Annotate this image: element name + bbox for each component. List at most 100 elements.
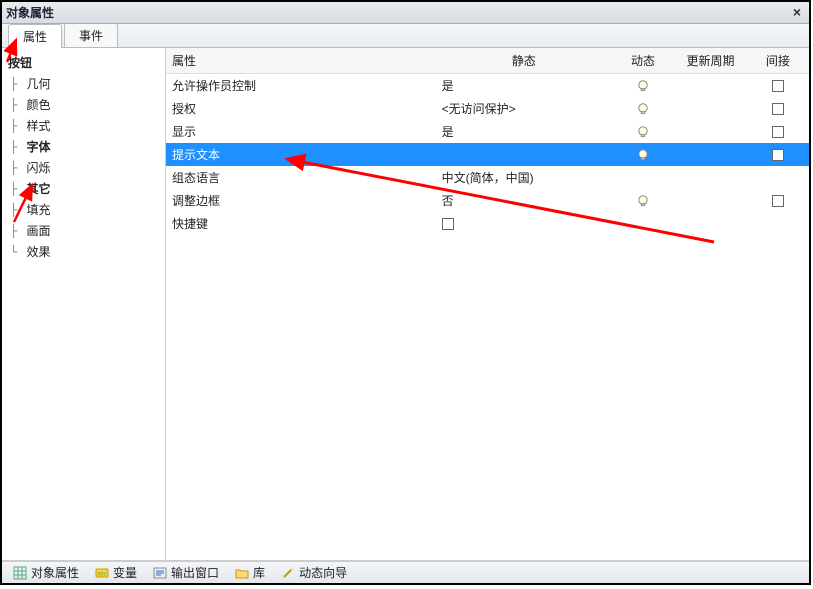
status-item[interactable]: abc变量 (88, 564, 144, 582)
cell-property: 显示 (166, 120, 436, 143)
checkbox[interactable] (772, 195, 784, 207)
tree-item[interactable]: ├ 其它 (10, 178, 163, 199)
status-item-label: 输出窗口 (171, 564, 219, 581)
cell-indirect[interactable] (747, 120, 809, 143)
cell-indirect[interactable] (747, 97, 809, 120)
checkbox[interactable] (442, 218, 454, 230)
tree-item-label: 效果 (26, 243, 50, 260)
cell-indirect[interactable] (747, 212, 809, 235)
tree-connector: ├ (10, 182, 24, 196)
cell-property: 快捷键 (166, 212, 436, 235)
cell-indirect[interactable] (747, 166, 809, 189)
table-row[interactable]: 调整边框否 (166, 189, 809, 212)
tree-item[interactable]: ├ 填充 (10, 199, 163, 220)
cell-dynamic[interactable] (612, 143, 674, 166)
statusbar: 对象属性 abc变量 输出窗口 库 动态向导 (2, 561, 809, 583)
table-row[interactable]: 提示文本 (166, 143, 809, 166)
status-item-label: 库 (253, 564, 265, 581)
tree-item[interactable]: ├ 几何 (10, 73, 163, 94)
cell-refresh[interactable] (674, 189, 747, 212)
cell-static[interactable] (436, 212, 612, 235)
tree-connector: ├ (10, 98, 24, 112)
col-static[interactable]: 静态 (436, 48, 612, 74)
lightbulb-icon[interactable] (636, 194, 650, 208)
tree-connector: ├ (10, 161, 24, 175)
tree-connector: ├ (10, 224, 24, 238)
cell-dynamic[interactable] (612, 97, 674, 120)
checkbox[interactable] (772, 149, 784, 161)
cell-dynamic[interactable] (612, 166, 674, 189)
cell-static[interactable] (436, 143, 612, 166)
cell-static[interactable]: <无访问保护> (436, 97, 612, 120)
body-area: 按钮 ├ 几何├ 颜色├ 样式├ 字体├ 闪烁├ 其它├ 填充├ 画面└ 效果 … (2, 48, 809, 561)
lightbulb-icon[interactable] (636, 148, 650, 162)
tree-item-label: 颜色 (26, 96, 50, 113)
cell-indirect[interactable] (747, 74, 809, 98)
tab-events[interactable]: 事件 (64, 23, 118, 47)
lightbulb-icon[interactable] (636, 79, 650, 93)
cell-refresh[interactable] (674, 212, 747, 235)
tab-properties[interactable]: 属性 (8, 24, 62, 48)
table-row[interactable]: 显示是 (166, 120, 809, 143)
cell-dynamic[interactable] (612, 74, 674, 98)
status-item-label: 对象属性 (31, 564, 79, 581)
table-row[interactable]: 允许操作员控制是 (166, 74, 809, 98)
cell-dynamic[interactable] (612, 189, 674, 212)
grid-icon (13, 566, 27, 580)
tree-item[interactable]: ├ 画面 (10, 220, 163, 241)
cell-indirect[interactable] (747, 143, 809, 166)
tree-item[interactable]: ├ 样式 (10, 115, 163, 136)
cell-property: 允许操作员控制 (166, 74, 436, 98)
cell-static[interactable]: 中文(简体，中国) (436, 166, 612, 189)
col-property[interactable]: 属性 (166, 48, 436, 74)
status-item[interactable]: 动态向导 (274, 564, 354, 582)
cell-indirect[interactable] (747, 189, 809, 212)
cell-refresh[interactable] (674, 143, 747, 166)
tree-item-label: 样式 (26, 117, 50, 134)
tree-item[interactable]: ├ 字体 (10, 136, 163, 157)
status-item-label: 动态向导 (299, 564, 347, 581)
status-item[interactable]: 输出窗口 (146, 564, 226, 582)
table-row[interactable]: 授权<无访问保护> (166, 97, 809, 120)
cell-dynamic[interactable] (612, 120, 674, 143)
col-indirect[interactable]: 间接 (747, 48, 809, 74)
status-item-label: 变量 (113, 564, 137, 581)
status-item[interactable]: 库 (228, 564, 272, 582)
checkbox[interactable] (772, 80, 784, 92)
cell-property: 组态语言 (166, 166, 436, 189)
lightbulb-icon[interactable] (636, 102, 650, 116)
cell-static[interactable]: 是 (436, 74, 612, 98)
tree-item[interactable]: ├ 闪烁 (10, 157, 163, 178)
tree-item-label: 画面 (26, 222, 50, 239)
tree-item-label: 填充 (26, 201, 50, 218)
tree-connector: ├ (10, 203, 24, 217)
folder-icon (235, 566, 249, 580)
tree-item[interactable]: ├ 颜色 (10, 94, 163, 115)
cell-refresh[interactable] (674, 166, 747, 189)
cell-refresh[interactable] (674, 97, 747, 120)
checkbox[interactable] (772, 126, 784, 138)
tree-item[interactable]: └ 效果 (10, 241, 163, 262)
wand-icon (281, 566, 295, 580)
col-refresh[interactable]: 更新周期 (674, 48, 747, 74)
object-properties-window: 对象属性 × 属性 事件 按钮 ├ 几何├ 颜色├ 样式├ 字体├ 闪烁├ 其它… (0, 0, 811, 585)
table-row[interactable]: 组态语言中文(简体，中国) (166, 166, 809, 189)
cell-refresh[interactable] (674, 120, 747, 143)
checkbox[interactable] (772, 103, 784, 115)
status-item[interactable]: 对象属性 (6, 564, 86, 582)
cell-refresh[interactable] (674, 74, 747, 98)
cell-static[interactable]: 否 (436, 189, 612, 212)
table-row[interactable]: 快捷键 (166, 212, 809, 235)
tree-item-label: 闪烁 (26, 159, 50, 176)
cell-static[interactable]: 是 (436, 120, 612, 143)
col-dynamic[interactable]: 动态 (612, 48, 674, 74)
cell-dynamic[interactable] (612, 212, 674, 235)
lines-icon (153, 566, 167, 580)
tabbar: 属性 事件 (2, 24, 809, 48)
table-header-row: 属性 静态 动态 更新周期 间接 (166, 48, 809, 74)
close-button[interactable]: × (789, 4, 805, 20)
lightbulb-icon[interactable] (636, 125, 650, 139)
tree-connector: ├ (10, 77, 24, 91)
tree-item-label: 字体 (26, 138, 50, 155)
tree-root-label[interactable]: 按钮 (4, 52, 163, 73)
